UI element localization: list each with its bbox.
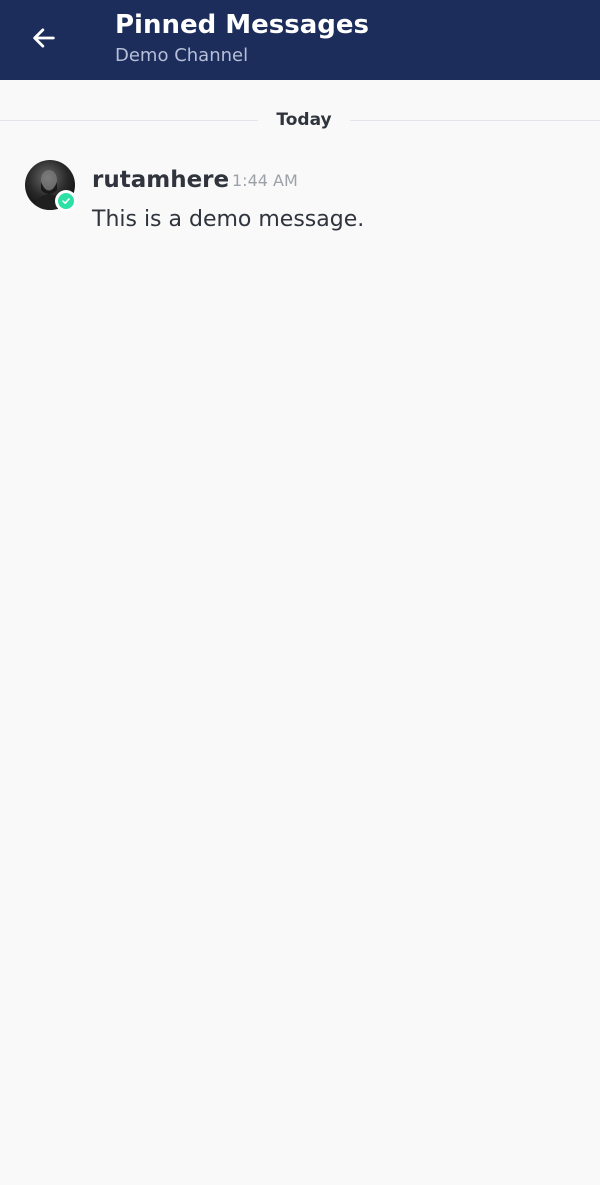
divider-line-left	[0, 120, 258, 121]
message-text: This is a demo message.	[92, 207, 365, 232]
message-timestamp: 1:44 AM	[232, 171, 298, 190]
back-button[interactable]	[22, 16, 66, 60]
arrow-left-icon	[33, 28, 55, 48]
app-header: Pinned Messages Demo Channel	[0, 0, 600, 80]
status-badge	[55, 190, 77, 212]
page-title: Pinned Messages	[115, 10, 370, 40]
pinned-messages-screen: Pinned Messages Demo Channel Today rutam…	[0, 0, 600, 1185]
online-status-dot	[58, 193, 74, 209]
channel-name: Demo Channel	[115, 45, 249, 66]
date-label: Today	[276, 110, 332, 130]
message-username[interactable]: rutamhere	[92, 164, 229, 196]
message-item[interactable]: rutamhere 1:44 AM This is a demo message…	[0, 156, 600, 246]
divider-line-right	[350, 120, 600, 121]
date-divider: Today	[0, 104, 600, 136]
check-icon	[62, 198, 70, 204]
